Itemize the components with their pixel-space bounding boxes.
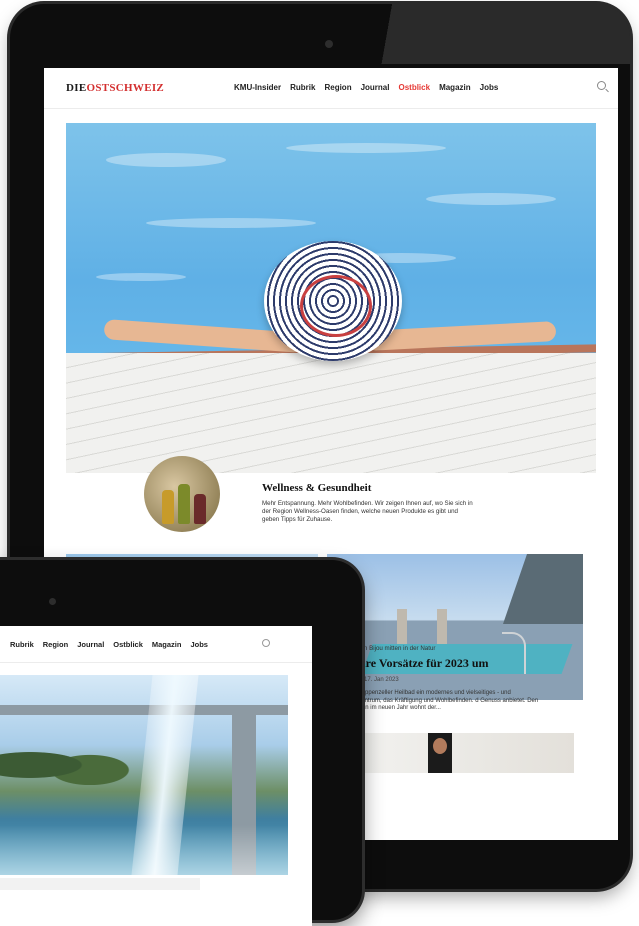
front-tablet-screen: Rubrik Region Journal Ostblick Magazin J… [0, 626, 312, 926]
nav-ostblick[interactable]: Ostblick [398, 83, 430, 92]
nav-kmu-insider[interactable]: KMU-Insider [234, 83, 281, 92]
search-icon[interactable] [262, 639, 270, 647]
hero-image-pool-hat [66, 123, 596, 473]
nav-magazin[interactable]: Magazin [152, 640, 182, 649]
nav-rubrik[interactable]: Rubrik [10, 640, 34, 649]
wooden-deck [66, 353, 596, 473]
nav-rubrik[interactable]: Rubrik [290, 83, 315, 92]
feature-title[interactable]: Wellness & Gesundheit [262, 482, 371, 494]
site-logo[interactable]: DIEOSTSCHWEIZ [66, 82, 164, 94]
camera-dot [325, 40, 333, 48]
nav-journal[interactable]: Journal [361, 83, 390, 92]
front-site-header: Rubrik Region Journal Ostblick Magazin J… [0, 626, 312, 663]
camera-dot [49, 598, 56, 605]
hero-image-waterfall-pool[interactable] [0, 675, 288, 875]
logo-ostschweiz: OSTSCHWEIZ [86, 82, 165, 94]
caption-bar [0, 878, 200, 890]
nav-jobs[interactable]: Jobs [480, 83, 499, 92]
nav-magazin[interactable]: Magazin [439, 83, 471, 92]
search-icon[interactable] [597, 81, 606, 90]
nav-ostblick[interactable]: Ostblick [113, 640, 143, 649]
nav-journal[interactable]: Journal [77, 640, 104, 649]
main-nav: KMU-Insider Rubrik Region Journal Ostbli… [234, 83, 498, 92]
logo-die: DIE [66, 82, 87, 94]
feature-thumbnail [144, 456, 220, 532]
nav-region[interactable]: Region [324, 83, 351, 92]
striped-sun-hat [264, 241, 402, 361]
frame-glare [330, 4, 630, 64]
nav-region[interactable]: Region [43, 640, 68, 649]
site-header: DIEOSTSCHWEIZ KMU-Insider Rubrik Region … [44, 68, 618, 109]
front-tablet-frame: Rubrik Region Journal Ostblick Magazin J… [0, 560, 362, 926]
nav-jobs[interactable]: Jobs [190, 640, 208, 649]
feature-teaser[interactable]: Wellness & Gesundheit Mehr Entspannung. … [66, 456, 596, 536]
article-image-person[interactable] [328, 733, 574, 773]
feature-description: Mehr Entspannung. Mehr Wohlbefinden. Wir… [262, 500, 473, 523]
article-excerpt: en ist das Appenzeller Heilbad ein moder… [334, 690, 539, 711]
front-main-nav: Rubrik Region Journal Ostblick Magazin J… [10, 640, 208, 649]
